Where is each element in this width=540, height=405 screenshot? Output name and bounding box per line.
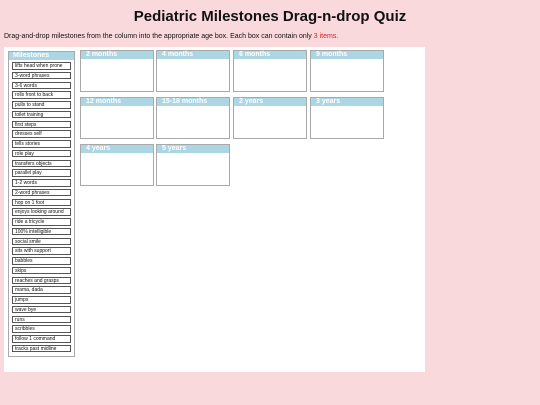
age-box-9-months[interactable]: 9 months (310, 50, 384, 92)
milestone-item[interactable]: 3-word phrases (12, 71, 71, 80)
milestone-item[interactable]: 1-2 words (12, 179, 71, 187)
milestone-item[interactable]: runs (12, 315, 71, 323)
age-box-label: 12 months (81, 98, 153, 106)
page-title: Pediatric Milestones Drag-n-drop Quiz (133, 8, 407, 25)
milestone-item[interactable]: 2-word phrases (12, 188, 71, 197)
milestone-item[interactable]: babbles (12, 257, 71, 265)
milestone-item[interactable]: jumps (12, 296, 71, 304)
age-box-label: 9 months (311, 51, 383, 59)
age-box-label: 5 years (157, 145, 229, 153)
age-box-2-months[interactable]: 2 months (80, 50, 154, 92)
milestone-item[interactable]: hop on 1 foot (12, 198, 71, 206)
age-box-label: 6 months (234, 51, 306, 59)
milestones-header: Milestones (9, 52, 74, 60)
milestone-item[interactable]: first steps (12, 120, 71, 128)
milestone-item[interactable]: tells stories (12, 140, 71, 148)
milestone-item[interactable]: 3-6 words (12, 81, 71, 89)
age-box-5-years[interactable]: 5 years (156, 144, 230, 186)
milestone-item[interactable]: rolls front to back (12, 91, 71, 99)
milestone-item[interactable]: role play (12, 149, 71, 158)
instructions-text: Drag-and-drop milestones from the column… (4, 33, 314, 40)
milestone-item[interactable]: social smile (12, 237, 71, 245)
milestone-item[interactable]: scribbles (12, 325, 71, 333)
milestone-item[interactable]: follow 1 command (12, 335, 71, 343)
milestone-item[interactable]: reaches and grasps (12, 276, 71, 284)
milestone-item[interactable]: lifts head when prone (12, 62, 71, 70)
milestone-item[interactable]: skips (12, 266, 71, 275)
age-box-6-months[interactable]: 6 months (233, 50, 307, 92)
age-box-15-18-months[interactable]: 15-18 months (156, 97, 230, 139)
milestone-item[interactable]: toilet training (12, 110, 71, 119)
milestones-list: lifts head when prone 3-word phrases 3-6 w… (9, 60, 74, 353)
age-box-label: 4 years (81, 145, 153, 153)
age-box-2-years[interactable]: 2 years (233, 97, 307, 139)
milestones-column[interactable]: Milestones lifts head when prone 3-word p… (8, 51, 75, 357)
age-box-label: 2 months (81, 51, 153, 59)
box-limit-text: 3 items. (313, 33, 339, 40)
age-box-4-months[interactable]: 4 months (156, 50, 230, 92)
milestone-item[interactable]: mama, dada (12, 286, 71, 294)
age-box-4-years[interactable]: 4 years (80, 144, 154, 186)
age-box-label: 4 months (157, 51, 229, 59)
age-box-label: 15-18 months (157, 98, 229, 106)
milestone-item[interactable]: 100% intelligible (12, 227, 71, 236)
milestone-item[interactable]: parallel play (12, 169, 71, 177)
age-box-3-years[interactable]: 3 years (310, 97, 384, 139)
milestone-item[interactable]: sits with support (12, 247, 71, 255)
age-box-label: 3 years (311, 98, 383, 106)
milestone-item[interactable]: pulls to stand (12, 101, 71, 109)
instructions: Drag-and-drop milestones from the column… (4, 33, 338, 40)
age-box-12-months[interactable]: 12 months (80, 97, 154, 139)
milestone-item[interactable]: transfers objects (12, 159, 71, 167)
age-box-label: 2 years (234, 98, 306, 106)
milestone-item[interactable]: enjoys looking around (12, 208, 71, 216)
milestone-item[interactable]: wave bye (12, 305, 71, 314)
milestone-item[interactable]: dresses self (12, 130, 71, 138)
milestone-item[interactable]: ride a tricycle (12, 218, 71, 226)
milestone-item[interactable]: tracks past midline (12, 344, 71, 353)
